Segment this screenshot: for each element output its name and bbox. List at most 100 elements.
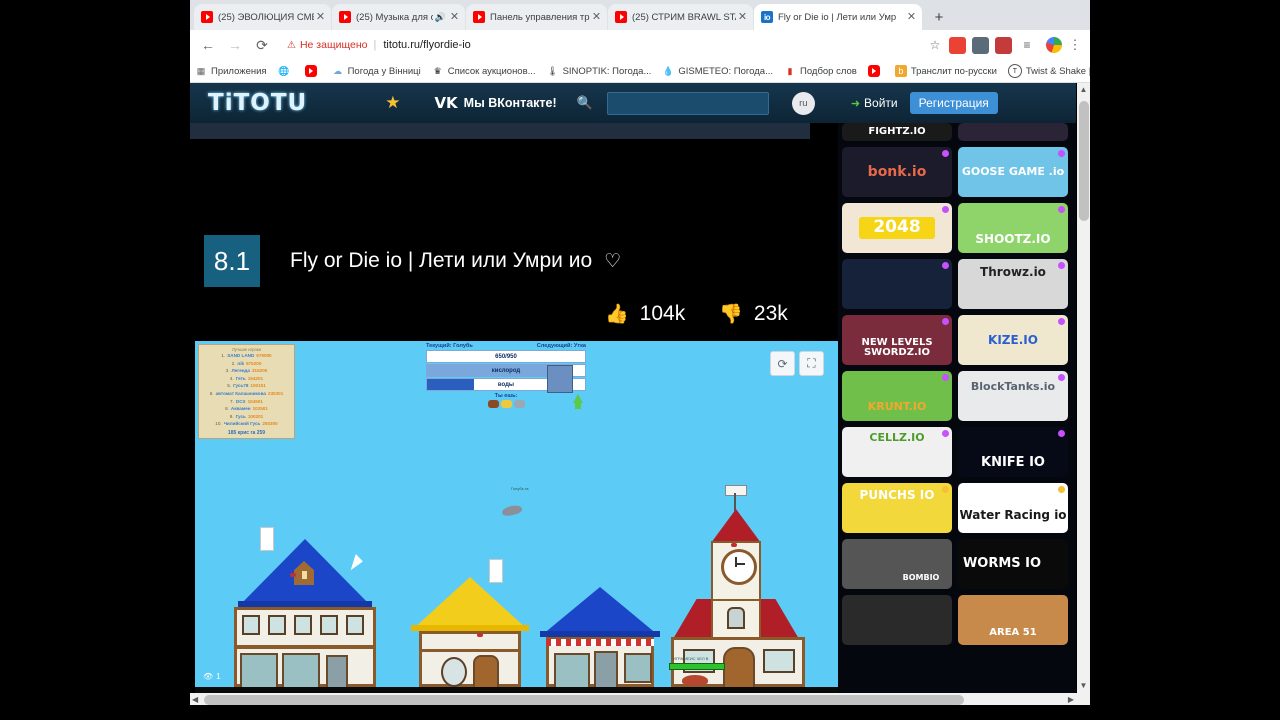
- extension-icon-1[interactable]: [949, 36, 966, 54]
- badge-dot-icon: [942, 262, 949, 269]
- lb-rank: 8.: [225, 406, 229, 412]
- bookmark-auctions[interactable]: ♛ Список аукционов...: [432, 65, 536, 77]
- bookmark-twist-shake[interactable]: T Twist & Shake | Tup...: [1007, 64, 1090, 78]
- screen: (25) ЭВОЛЮЦИЯ СМЕРТИ! ✕ (25) Музыка для …: [0, 0, 1280, 720]
- scroll-right-icon[interactable]: ▶: [1068, 695, 1074, 704]
- game-canvas[interactable]: Голубь ra ИГРА ИЕИС ЧЕЛ В 👁 1 Лучшие игр…: [195, 341, 838, 703]
- bookmark-translit[interactable]: b Транслит по-русски: [894, 65, 997, 77]
- leaderboard-row: 9. Гусь 100201: [202, 413, 291, 421]
- reload-icon[interactable]: ⟳: [250, 33, 274, 57]
- game-card[interactable]: PUNCHS IO: [842, 483, 952, 533]
- leaderboard-panel: Лучшие игроки 1. SAND LAND 979000 2. nik…: [198, 344, 295, 439]
- hud-labels: Текущий: Голубь Следующий: Утка: [426, 343, 586, 349]
- game-card[interactable]: 2048: [842, 203, 952, 253]
- game-card[interactable]: KRUNT.IO: [842, 371, 952, 421]
- reading-list-icon[interactable]: ≡: [1015, 33, 1039, 57]
- tab-title: (25) СТРИМ BRAWL STARS: [632, 11, 736, 23]
- lb-name: Аквамен: [230, 406, 251, 412]
- bookmark-apps[interactable]: ▦ Приложения: [195, 65, 267, 77]
- new-tab-button[interactable]: +: [928, 6, 950, 28]
- thumbs-down-icon[interactable]: 👎: [719, 302, 743, 326]
- fullscreen-icon[interactable]: ⛶: [799, 351, 824, 376]
- game-card[interactable]: [842, 259, 952, 309]
- leaderboard-row: 6. автомат Калашникова 230301: [202, 390, 291, 398]
- thumbs-up-icon[interactable]: 👍: [605, 302, 629, 326]
- tab-close-icon[interactable]: ✕: [448, 11, 461, 23]
- lb-rank: 5.: [227, 383, 232, 389]
- game-card[interactable]: GOOSE GAME .io: [958, 147, 1068, 197]
- back-icon[interactable]: ←: [196, 33, 220, 57]
- browser-tab[interactable]: (25) СТРИМ BRAWL STARS ✕: [608, 4, 753, 30]
- tab-close-icon[interactable]: ✕: [590, 11, 603, 23]
- login-label: Войти: [864, 96, 898, 110]
- extension-icon-2[interactable]: [972, 36, 989, 54]
- search-icon[interactable]: 🔍: [577, 95, 593, 111]
- game-card[interactable]: WORMS IO: [958, 539, 1068, 589]
- game-card[interactable]: Water Racing io: [958, 483, 1068, 533]
- game-card[interactable]: FIGHTZ.IO: [842, 123, 952, 141]
- bookmark-youtube[interactable]: [304, 65, 321, 77]
- vertical-scrollbar[interactable]: ▲ ▼: [1077, 83, 1090, 705]
- login-button[interactable]: ➜ Войти: [851, 96, 898, 110]
- lb-rank: 3.: [225, 368, 230, 374]
- tab-mute-icon[interactable]: 🔊: [435, 12, 446, 23]
- game-card[interactable]: CELLZ.IO: [842, 427, 952, 477]
- lb-name: nik: [237, 360, 245, 366]
- bookmark-globe[interactable]: 🌐: [278, 65, 294, 77]
- heart-icon[interactable]: ♡: [604, 250, 621, 273]
- tab-close-icon[interactable]: ✕: [314, 11, 327, 23]
- address-bar[interactable]: ⚠ Не защищено | titotu.ru/flyordie-io: [277, 34, 924, 56]
- horizontal-scrollbar[interactable]: ◀ ▶: [190, 693, 1090, 705]
- game-card[interactable]: Throwz.io: [958, 259, 1068, 309]
- browser-tab-active[interactable]: io Fly or Die io | Лети или Умр ✕: [754, 4, 922, 30]
- language-selector[interactable]: ru: [791, 91, 815, 115]
- search-input[interactable]: [606, 91, 769, 115]
- game-card[interactable]: [958, 123, 1068, 141]
- browser-tab[interactable]: Панель управления трансл ✕: [466, 4, 607, 30]
- tab-close-icon[interactable]: ✕: [736, 11, 749, 23]
- scroll-down-icon[interactable]: ▼: [1079, 681, 1088, 690]
- badge-dot-icon: [942, 486, 949, 493]
- weather-icon: ☁: [333, 65, 343, 76]
- bookmark-star-icon[interactable]: ☆: [924, 38, 946, 52]
- bookmark-sinoptik[interactable]: 🌡 SINOPTIK: Погода...: [547, 65, 652, 77]
- game-card[interactable]: KNIFE IO: [958, 427, 1068, 477]
- browser-tab[interactable]: (25) Музыка для стрим 🔊 ✕: [332, 4, 465, 30]
- bookmark-gismeteo[interactable]: 💧 GISMETEO: Погода...: [662, 65, 773, 77]
- register-button[interactable]: Регистрация: [909, 92, 998, 114]
- game-card[interactable]: BOMBIO: [842, 539, 952, 589]
- scroll-left-icon[interactable]: ◀: [192, 695, 198, 704]
- extension-icon-3[interactable]: [995, 36, 1012, 54]
- game-card[interactable]: NEW LEVELS SWORDZ.IO: [842, 315, 952, 365]
- game-card[interactable]: BlockTanks.io: [958, 371, 1068, 421]
- bookmark-weather-vinnitsa[interactable]: ☁ Погода у Вінниці: [332, 65, 421, 77]
- house-blue-large: [220, 527, 390, 691]
- forward-icon[interactable]: →: [223, 33, 247, 57]
- vk-link[interactable]: VK Мы ВКонтакте!: [434, 94, 556, 112]
- lb-rank: 10.: [215, 421, 222, 427]
- food-icon-cheese: [500, 400, 512, 408]
- io-icon: io: [761, 11, 773, 23]
- game-card[interactable]: [842, 595, 952, 645]
- leaderboard-footer: 185 крис га 259: [227, 429, 266, 436]
- bookmark-youtube-2[interactable]: [867, 65, 884, 77]
- login-arrow-icon: ➜: [850, 97, 861, 110]
- game-card[interactable]: KIZE.IO: [958, 315, 1068, 365]
- game-card-label: CELLZ.IO: [869, 431, 925, 445]
- bookmark-wordstat[interactable]: ▮ Подбор слов: [784, 65, 857, 77]
- tab-close-icon[interactable]: ✕: [905, 11, 918, 23]
- avatar[interactable]: [1046, 37, 1062, 53]
- youtube-icon: [339, 11, 351, 23]
- kebab-menu-icon[interactable]: ⋮: [1066, 38, 1084, 51]
- game-card[interactable]: AREA 51: [958, 595, 1068, 645]
- browser-tab[interactable]: (25) ЭВОЛЮЦИЯ СМЕРТИ! ✕: [194, 4, 331, 30]
- star-icon[interactable]: ★: [385, 93, 400, 113]
- game-card[interactable]: bonk.io: [842, 147, 952, 197]
- site-logo[interactable]: TiTOTU: [208, 90, 307, 116]
- refresh-icon[interactable]: ⟳: [770, 351, 795, 376]
- scroll-up-icon[interactable]: ▲: [1079, 85, 1088, 94]
- vertical-scroll-thumb[interactable]: [1079, 101, 1089, 221]
- horizontal-scroll-thumb[interactable]: [204, 695, 964, 705]
- game-card[interactable]: SHOOTZ.IO: [958, 203, 1068, 253]
- vk-icon: VK: [434, 94, 458, 112]
